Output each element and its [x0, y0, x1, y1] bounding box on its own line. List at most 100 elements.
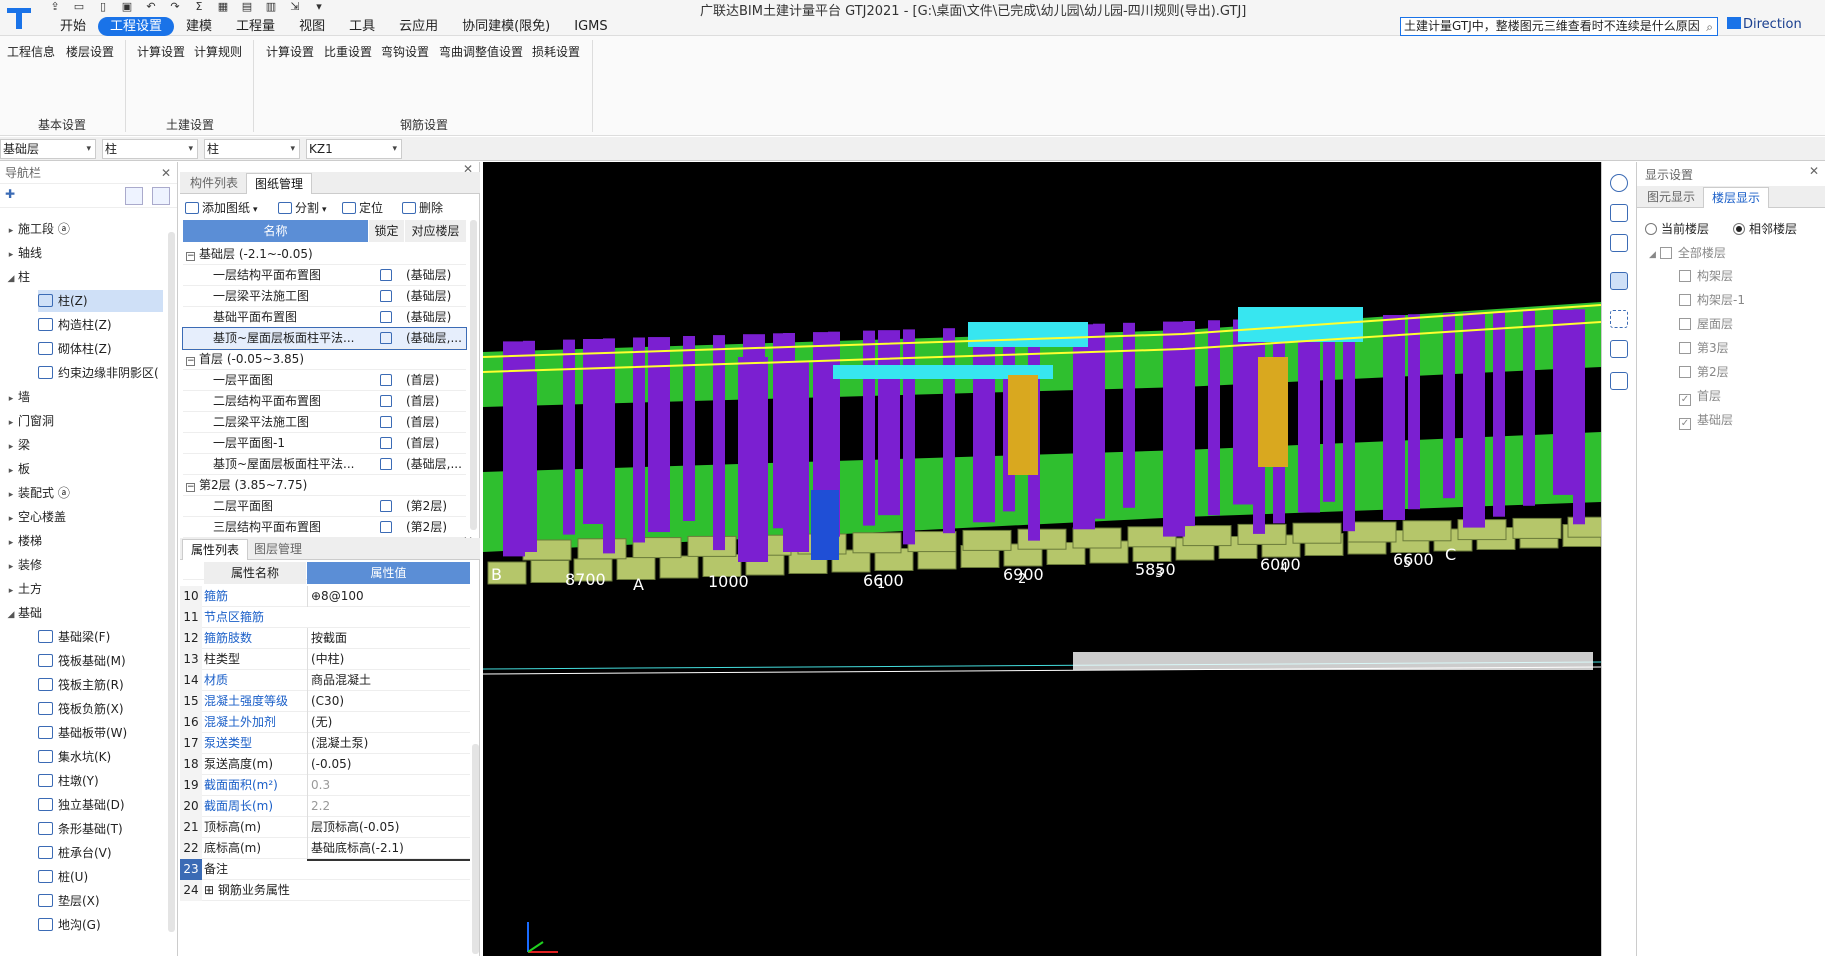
property-row[interactable]: 22 底标高(m) 基础底标高(-2.1) [180, 838, 470, 859]
menu-item-7[interactable]: 协同建模(限免) [450, 17, 562, 36]
lock-icon[interactable] [380, 395, 392, 407]
drawing-row[interactable]: 三层结构平面布置图 (第2层) [183, 517, 466, 538]
drawing-row[interactable]: 二层平面图 (第2层) [183, 496, 466, 517]
drawing-tool-0[interactable]: 添加图纸 ▾ [185, 199, 258, 216]
3d-model-canvas[interactable]: B 8700 A 1000 6600 6900 5850 6000 6600 C1 2 3 4 5 [483, 162, 1601, 956]
new-file-icon[interactable]: ▭ [72, 0, 86, 13]
direction-link[interactable]: Direction [1727, 17, 1802, 32]
tab-drawing-0[interactable]: 构件列表 [182, 173, 246, 194]
drawing-row[interactable]: 二层结构平面布置图 (首层) [183, 391, 466, 412]
column[interactable] [1093, 323, 1105, 519]
nav-child-5[interactable]: 砌体柱(Z) [38, 338, 163, 360]
property-value[interactable]: ⊕8@100 [307, 586, 470, 607]
property-row[interactable]: 20 截面周长(m) 2.2 [180, 796, 470, 817]
nav-child-26[interactable]: 桩承台(V) [38, 842, 163, 864]
more-dropdown-icon[interactable]: ▾ [312, 0, 326, 13]
expand-closed-icon[interactable]: ▸ [4, 436, 18, 458]
3d-view-icon[interactable] [1610, 234, 1628, 252]
drawing-row[interactable]: 一层平面图-1 (首层) [183, 433, 466, 454]
expand-closed-icon[interactable]: ▸ [4, 460, 18, 482]
expand-closed-icon[interactable]: ▸ [4, 244, 18, 266]
menu-item-8[interactable]: IGMS [562, 17, 619, 36]
tab-display-0[interactable]: 图元显示 [1639, 187, 1703, 208]
drawing-floor-group[interactable]: − 第2层 (3.85~7.75) [183, 475, 466, 496]
property-value[interactable]: 按截面 [307, 628, 470, 649]
drawing-tool-2[interactable]: 定位 [342, 199, 383, 216]
detail-view-icon[interactable] [152, 187, 170, 205]
lock-icon[interactable] [380, 332, 392, 344]
floor-row[interactable]: ✓ 首层 [1679, 385, 1721, 407]
export-icon[interactable]: ⇲ [288, 0, 302, 13]
layout-icon[interactable]: ▤ [240, 0, 254, 13]
nav-group-11[interactable]: ▸ 装配式 ⓐ [4, 482, 164, 504]
lock-icon[interactable] [380, 521, 392, 533]
drawing-tool-1[interactable]: 分割 ▾ [278, 199, 327, 216]
ribbon-button-4[interactable]: 计算设置 [262, 40, 318, 60]
property-row[interactable]: 15 混凝土强度等级 (C30) [180, 691, 470, 712]
property-value[interactable] [307, 859, 470, 861]
column[interactable] [1208, 320, 1220, 516]
ribbon-button-8[interactable]: 损耗设置 [528, 40, 584, 60]
foundation-block[interactable] [1017, 528, 1067, 550]
foundation-block[interactable] [687, 535, 737, 557]
expand-closed-icon[interactable]: ▸ [4, 388, 18, 410]
collapse-icon[interactable]: − [186, 357, 195, 366]
column[interactable] [713, 335, 725, 551]
drawing-row[interactable]: 基础平面布置图 (基础层) [183, 307, 466, 328]
gold-column[interactable] [1258, 357, 1288, 467]
table-icon[interactable]: ▥ [264, 0, 278, 13]
drawing-row[interactable]: 二层梁平法施工图 (首层) [183, 412, 466, 433]
expand-closed-icon[interactable]: ▸ [4, 580, 18, 602]
ribbon-button-6[interactable]: 弯钩设置 [377, 40, 433, 60]
nav-child-3[interactable]: 柱(Z) [38, 290, 163, 312]
ribbon-button-7[interactable]: 弯曲调整值设置 [436, 40, 526, 60]
add-icon[interactable]: ✚ [5, 187, 15, 201]
property-value[interactable]: 商品混凝土 [307, 670, 470, 691]
column[interactable] [603, 338, 615, 554]
selector-dropdown-0[interactable]: 基础层 ▾ [0, 139, 96, 159]
collapse-icon[interactable]: − [186, 252, 195, 261]
floor-row[interactable]: ✓ 基础层 [1679, 409, 1733, 431]
nav-child-25[interactable]: 条形基础(T) [38, 818, 163, 840]
column[interactable] [1573, 309, 1585, 525]
selector-dropdown-1[interactable]: 柱 ▾ [102, 139, 198, 159]
floor-radio-0[interactable]: 当前楼层 [1645, 220, 1709, 237]
radio-button[interactable] [1645, 223, 1657, 235]
column[interactable] [738, 357, 768, 562]
highlight-slab[interactable] [968, 322, 1088, 347]
checklist-icon[interactable] [1610, 372, 1628, 390]
expand-closed-icon[interactable]: ▸ [4, 556, 18, 578]
drawing-row[interactable]: 一层平面图 (首层) [183, 370, 466, 391]
grid-icon[interactable]: ▦ [216, 0, 230, 13]
column[interactable] [903, 329, 915, 545]
upload-icon[interactable]: ⇪ [48, 0, 62, 13]
column[interactable] [633, 337, 645, 543]
nav-child-28[interactable]: 垫层(X) [38, 890, 163, 912]
expand-closed-icon[interactable]: ▸ [4, 412, 18, 434]
tab-drawing-1[interactable]: 图纸管理 [246, 173, 313, 194]
nav-child-20[interactable]: 筏板负筋(X) [38, 698, 163, 720]
property-value[interactable]: (-0.05) [307, 754, 470, 775]
menu-item-1[interactable]: 工程设置 [98, 17, 175, 36]
column[interactable] [943, 328, 955, 534]
nav-child-27[interactable]: 桩(U) [38, 866, 163, 888]
nav-child-17[interactable]: 基础梁(F) [38, 626, 163, 648]
nav-group-12[interactable]: ▸ 空心楼盖 [4, 506, 164, 528]
layer-view-icon[interactable] [1610, 340, 1628, 358]
highlight-slab[interactable] [1238, 307, 1363, 342]
lock-icon[interactable] [380, 416, 392, 428]
nav-scrollbar[interactable] [168, 232, 175, 932]
close-icon[interactable]: ✕ [1809, 164, 1819, 178]
property-row[interactable]: 19 截面面积(m²) 0.3 [180, 775, 470, 796]
checkbox[interactable] [1679, 270, 1691, 282]
nav-child-19[interactable]: 筏板主筋(R) [38, 674, 163, 696]
foundation-block[interactable] [530, 560, 570, 583]
checkbox[interactable] [1659, 247, 1672, 259]
property-row[interactable]: 11 节点区箍筋 [180, 607, 470, 628]
property-row[interactable]: 12 箍筋肢数 按截面 [180, 628, 470, 649]
drawing-floor-group[interactable]: − 首层 (-0.05~3.85) [183, 349, 466, 370]
floor-row[interactable]: 构架层 [1679, 265, 1733, 287]
property-row[interactable]: 16 混凝土外加剂 (无) [180, 712, 470, 733]
y-axis-icon[interactable] [527, 941, 544, 953]
tab-display-1[interactable]: 楼层显示 [1703, 187, 1770, 208]
